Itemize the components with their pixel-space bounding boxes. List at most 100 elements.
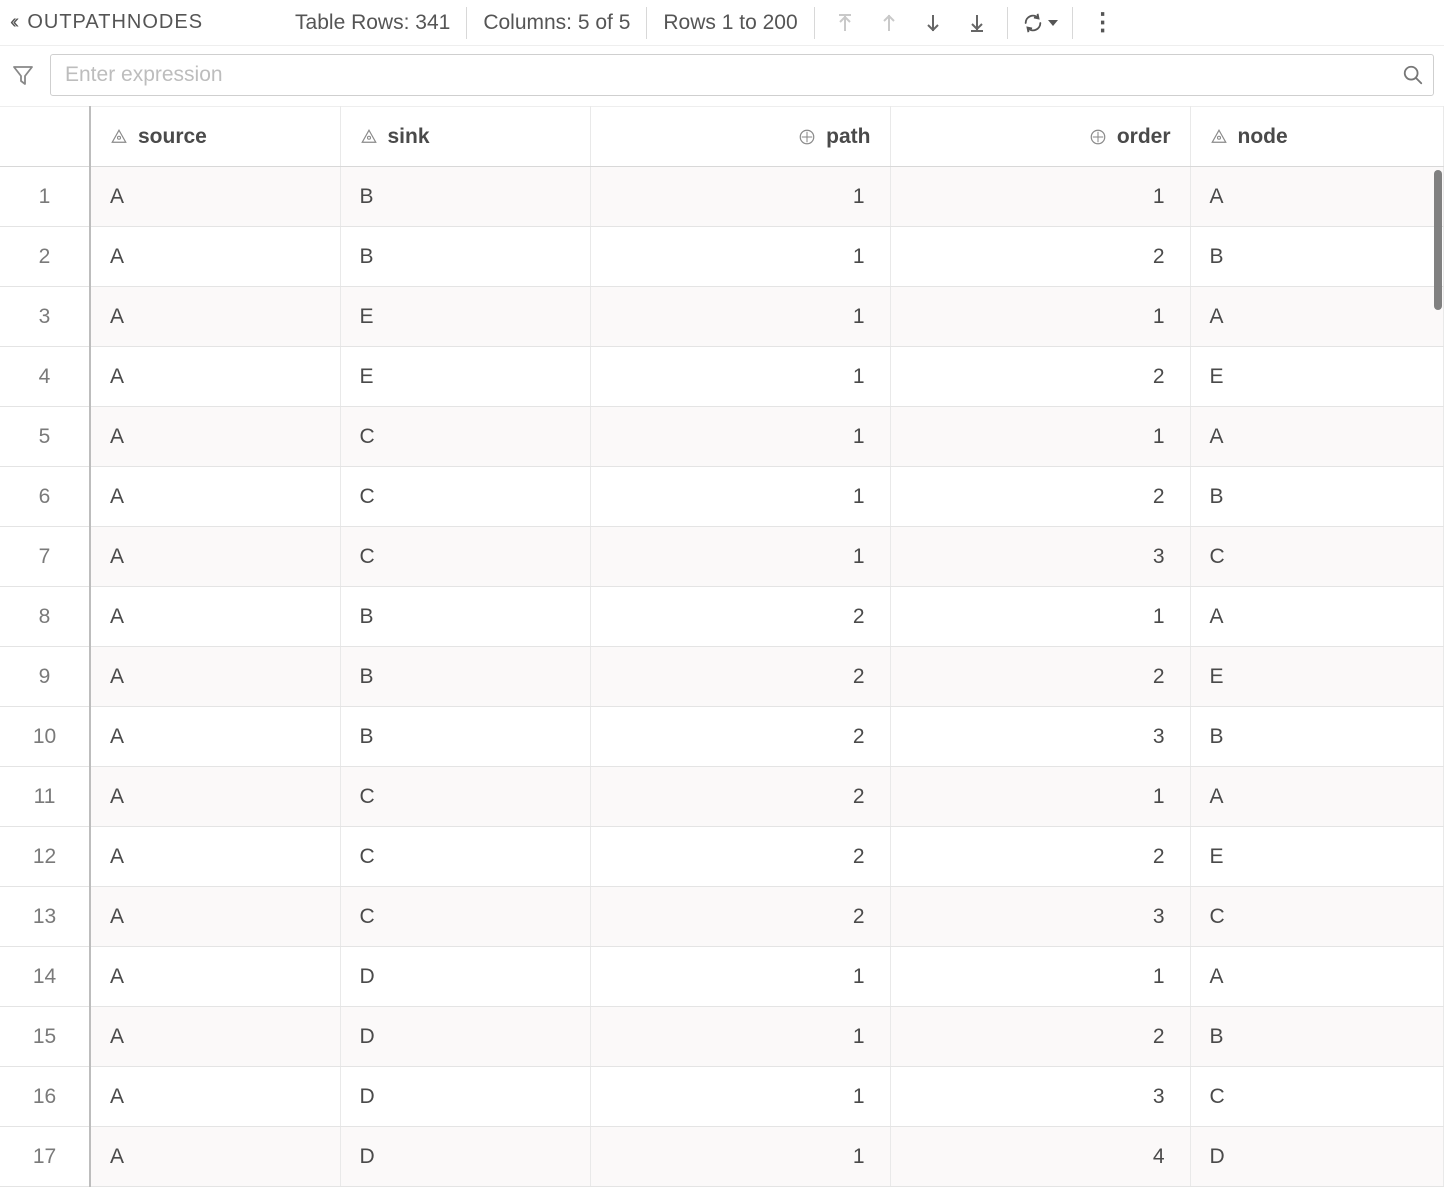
go-last-button[interactable] (965, 11, 989, 35)
table-row[interactable]: 4AE12E (0, 347, 1444, 407)
cell-path[interactable]: 1 (590, 467, 890, 527)
cell-sink[interactable]: C (340, 887, 590, 947)
more-menu-button[interactable]: ⋮ (1087, 8, 1119, 37)
cell-source[interactable]: A (90, 467, 340, 527)
cell-node[interactable]: C (1190, 527, 1444, 587)
column-header-order[interactable]: order (890, 107, 1190, 167)
row-number-cell[interactable]: 17 (0, 1127, 90, 1187)
cell-order[interactable]: 1 (890, 947, 1190, 1007)
cell-source[interactable]: A (90, 1067, 340, 1127)
cell-node[interactable]: E (1190, 827, 1444, 887)
cell-order[interactable]: 1 (890, 167, 1190, 227)
cell-path[interactable]: 2 (590, 767, 890, 827)
row-number-cell[interactable]: 11 (0, 767, 90, 827)
cell-order[interactable]: 3 (890, 527, 1190, 587)
cell-sink[interactable]: B (340, 647, 590, 707)
cell-source[interactable]: A (90, 1127, 340, 1187)
cell-node[interactable]: A (1190, 587, 1444, 647)
cell-order[interactable]: 3 (890, 887, 1190, 947)
cell-node[interactable]: A (1190, 947, 1444, 1007)
table-row[interactable]: 8AB21A (0, 587, 1444, 647)
cell-node[interactable]: A (1190, 407, 1444, 467)
cell-order[interactable]: 3 (890, 707, 1190, 767)
cell-sink[interactable]: C (340, 827, 590, 887)
table-row[interactable]: 15AD12B (0, 1007, 1444, 1067)
table-row[interactable]: 9AB22E (0, 647, 1444, 707)
table-row[interactable]: 2AB12B (0, 227, 1444, 287)
cell-sink[interactable]: C (340, 467, 590, 527)
go-prev-button[interactable] (877, 11, 901, 35)
table-row[interactable]: 13AC23C (0, 887, 1444, 947)
cell-node[interactable]: C (1190, 1067, 1444, 1127)
cell-source[interactable]: A (90, 527, 340, 587)
cell-sink[interactable]: B (340, 167, 590, 227)
row-number-cell[interactable]: 3 (0, 287, 90, 347)
row-number-cell[interactable]: 14 (0, 947, 90, 1007)
refresh-button[interactable] (1022, 12, 1058, 34)
table-row[interactable]: 3AE11A (0, 287, 1444, 347)
row-number-cell[interactable]: 2 (0, 227, 90, 287)
table-row[interactable]: 5AC11A (0, 407, 1444, 467)
row-number-cell[interactable]: 13 (0, 887, 90, 947)
table-row[interactable]: 14AD11A (0, 947, 1444, 1007)
cell-path[interactable]: 2 (590, 887, 890, 947)
cell-node[interactable]: A (1190, 287, 1444, 347)
cell-order[interactable]: 2 (890, 347, 1190, 407)
cell-order[interactable]: 2 (890, 1007, 1190, 1067)
cell-source[interactable]: A (90, 167, 340, 227)
row-number-cell[interactable]: 4 (0, 347, 90, 407)
row-number-cell[interactable]: 8 (0, 587, 90, 647)
cell-sink[interactable]: C (340, 767, 590, 827)
column-header-sink[interactable]: sink (340, 107, 590, 167)
cell-order[interactable]: 3 (890, 1067, 1190, 1127)
cell-path[interactable]: 2 (590, 587, 890, 647)
cell-order[interactable]: 1 (890, 587, 1190, 647)
search-icon[interactable] (1402, 64, 1424, 86)
cell-node[interactable]: B (1190, 1007, 1444, 1067)
cell-node[interactable]: E (1190, 347, 1444, 407)
cell-sink[interactable]: B (340, 707, 590, 767)
cell-node[interactable]: D (1190, 1127, 1444, 1187)
cell-path[interactable]: 1 (590, 407, 890, 467)
table-row[interactable]: 7AC13C (0, 527, 1444, 587)
cell-path[interactable]: 2 (590, 707, 890, 767)
cell-sink[interactable]: D (340, 1007, 590, 1067)
row-number-cell[interactable]: 1 (0, 167, 90, 227)
go-first-button[interactable] (833, 11, 857, 35)
cell-order[interactable]: 1 (890, 767, 1190, 827)
column-header-source[interactable]: source (90, 107, 340, 167)
cell-source[interactable]: A (90, 767, 340, 827)
cell-path[interactable]: 2 (590, 647, 890, 707)
back-button[interactable]: ‹‹ (8, 11, 21, 34)
cell-node[interactable]: B (1190, 707, 1444, 767)
cell-source[interactable]: A (90, 287, 340, 347)
cell-path[interactable]: 1 (590, 947, 890, 1007)
cell-sink[interactable]: B (340, 587, 590, 647)
cell-node[interactable]: A (1190, 767, 1444, 827)
row-number-cell[interactable]: 6 (0, 467, 90, 527)
cell-source[interactable]: A (90, 647, 340, 707)
cell-source[interactable]: A (90, 227, 340, 287)
cell-sink[interactable]: E (340, 287, 590, 347)
cell-order[interactable]: 2 (890, 467, 1190, 527)
cell-source[interactable]: A (90, 587, 340, 647)
cell-sink[interactable]: D (340, 1067, 590, 1127)
cell-sink[interactable]: D (340, 947, 590, 1007)
cell-sink[interactable]: B (340, 227, 590, 287)
cell-order[interactable]: 2 (890, 227, 1190, 287)
table-row[interactable]: 12AC22E (0, 827, 1444, 887)
cell-node[interactable]: B (1190, 467, 1444, 527)
row-number-cell[interactable]: 12 (0, 827, 90, 887)
cell-order[interactable]: 2 (890, 647, 1190, 707)
table-row[interactable]: 11AC21A (0, 767, 1444, 827)
cell-path[interactable]: 1 (590, 227, 890, 287)
row-number-cell[interactable]: 15 (0, 1007, 90, 1067)
cell-source[interactable]: A (90, 827, 340, 887)
cell-sink[interactable]: E (340, 347, 590, 407)
cell-path[interactable]: 1 (590, 167, 890, 227)
row-number-cell[interactable]: 5 (0, 407, 90, 467)
cell-sink[interactable]: C (340, 527, 590, 587)
cell-path[interactable]: 1 (590, 347, 890, 407)
cell-node[interactable]: E (1190, 647, 1444, 707)
cell-node[interactable]: B (1190, 227, 1444, 287)
